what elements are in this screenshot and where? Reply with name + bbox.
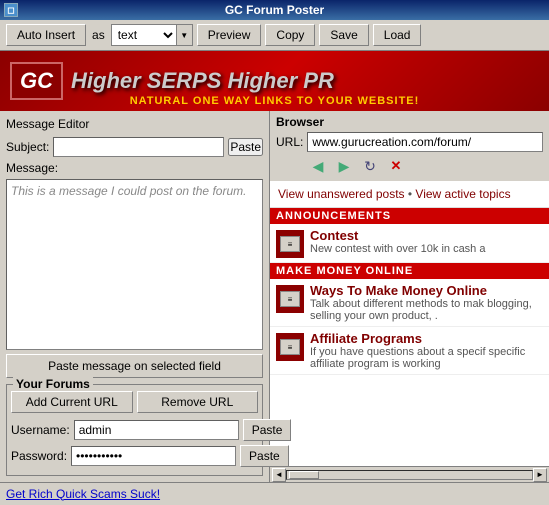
mmo-post-1-text: Ways To Make Money Online Talk about dif… bbox=[310, 283, 543, 322]
unanswered-posts-link[interactable]: View unanswered posts bbox=[278, 187, 405, 201]
post-icon-announcement: ≡ bbox=[276, 230, 304, 258]
username-row: Username: Paste bbox=[11, 419, 258, 441]
mmo-post-2-desc: If you have questions about a specif spe… bbox=[310, 346, 543, 370]
username-input[interactable] bbox=[74, 420, 239, 440]
scrollbar-h-track[interactable] bbox=[286, 470, 533, 480]
password-input[interactable] bbox=[71, 446, 236, 466]
left-panel: Message Editor Subject: Paste Message: T… bbox=[0, 111, 270, 482]
forum-url-buttons: Add Current URL Remove URL bbox=[11, 391, 258, 413]
toolbar: Auto Insert as text html bbcode ▼ Previe… bbox=[0, 20, 549, 51]
back-button[interactable]: ◀ bbox=[306, 155, 330, 177]
username-label: Username: bbox=[11, 423, 70, 437]
bottom-link[interactable]: Get Rich Quick Scams Suck! bbox=[6, 487, 160, 501]
preview-button[interactable]: Preview bbox=[197, 24, 262, 46]
active-topics-link[interactable]: View active topics bbox=[415, 187, 510, 201]
announcement-post-text: Contest New contest with over 10k in cas… bbox=[310, 228, 485, 255]
your-forums-group: Your Forums Add Current URL Remove URL U… bbox=[6, 384, 263, 476]
right-panel: Browser URL: ◀ ▶ ↻ ✕ View unanswered pos… bbox=[270, 111, 549, 482]
remove-url-button[interactable]: Remove URL bbox=[137, 391, 259, 413]
paste-message-button[interactable]: Paste message on selected field bbox=[6, 354, 263, 378]
subject-paste-button[interactable]: Paste bbox=[228, 138, 263, 156]
your-forums-legend: Your Forums bbox=[13, 377, 93, 391]
scrollbar-h-thumb[interactable] bbox=[289, 471, 319, 479]
subject-label: Subject: bbox=[6, 140, 49, 154]
horizontal-scrollbar[interactable]: ◄ ► bbox=[270, 466, 549, 482]
banner: GC Higher SERPS Higher PR NATURAL ONE WA… bbox=[0, 51, 549, 111]
scroll-right-arrow[interactable]: ► bbox=[533, 468, 547, 482]
mmo-post-2-text: Affiliate Programs If you have questions… bbox=[310, 331, 543, 370]
title-bar-icon: ◻ bbox=[4, 3, 18, 17]
bottom-bar: Get Rich Quick Scams Suck! bbox=[0, 482, 549, 504]
mmo-post-1-title[interactable]: Ways To Make Money Online bbox=[310, 283, 543, 298]
post-icon-inner: ≡ bbox=[280, 236, 300, 252]
add-current-url-button[interactable]: Add Current URL bbox=[11, 391, 133, 413]
browser-content: View unanswered posts • View active topi… bbox=[270, 181, 549, 466]
message-label: Message: bbox=[6, 161, 263, 175]
title-bar: ◻ GC Forum Poster bbox=[0, 0, 549, 20]
message-editor-label: Message Editor bbox=[6, 117, 263, 131]
format-select[interactable]: text html bbcode bbox=[112, 25, 176, 45]
format-select-arrow[interactable]: ▼ bbox=[176, 25, 192, 45]
refresh-button[interactable]: ↻ bbox=[358, 155, 382, 177]
banner-main-text: Higher SERPS Higher PR bbox=[71, 68, 334, 94]
forum-links: View unanswered posts • View active topi… bbox=[270, 181, 549, 208]
subject-row: Subject: Paste bbox=[6, 137, 263, 157]
load-button[interactable]: Load bbox=[373, 24, 422, 46]
browser-label: Browser bbox=[276, 115, 543, 129]
make-money-section-label: MAKE MONEY ONLINE bbox=[270, 263, 549, 279]
format-select-wrapper: text html bbcode ▼ bbox=[111, 24, 193, 46]
browser-header: Browser URL: ◀ ▶ ↻ ✕ bbox=[270, 111, 549, 181]
announcements-section-label: ANNOUNCEMENTS bbox=[270, 208, 549, 224]
password-label: Password: bbox=[11, 449, 67, 463]
post-icon-inner-mmo2: ≡ bbox=[280, 339, 300, 355]
main-content: Message Editor Subject: Paste Message: T… bbox=[0, 111, 549, 482]
title-bar-title: GC Forum Poster bbox=[225, 3, 324, 17]
save-button[interactable]: Save bbox=[319, 24, 368, 46]
password-paste-button[interactable]: Paste bbox=[240, 445, 289, 467]
message-textarea[interactable]: This is a message I could post on the fo… bbox=[6, 179, 263, 350]
announcement-post-desc: New contest with over 10k in cash a bbox=[310, 243, 485, 255]
subject-input[interactable] bbox=[53, 137, 224, 157]
scroll-left-arrow[interactable]: ◄ bbox=[272, 468, 286, 482]
post-icon-inner-mmo1: ≡ bbox=[280, 291, 300, 307]
copy-button[interactable]: Copy bbox=[265, 24, 315, 46]
make-money-post-2: ≡ Affiliate Programs If you have questio… bbox=[270, 327, 549, 375]
as-label: as bbox=[92, 28, 105, 42]
announcement-post: ≡ Contest New contest with over 10k in c… bbox=[270, 224, 549, 263]
nav-buttons: ◀ ▶ ↻ ✕ bbox=[276, 155, 543, 177]
password-row: Password: Paste bbox=[11, 445, 258, 467]
banner-sub-text: NATURAL ONE WAY LINKS TO YOUR WEBSITE! bbox=[0, 95, 549, 107]
mmo-post-1-desc: Talk about different methods to mak blog… bbox=[310, 298, 543, 322]
stop-button[interactable]: ✕ bbox=[384, 155, 408, 177]
post-icon-mmo2: ≡ bbox=[276, 333, 304, 361]
url-label: URL: bbox=[276, 135, 303, 149]
announcement-post-title[interactable]: Contest bbox=[310, 228, 485, 243]
username-paste-button[interactable]: Paste bbox=[243, 419, 292, 441]
forward-button[interactable]: ▶ bbox=[332, 155, 356, 177]
make-money-post-1: ≡ Ways To Make Money Online Talk about d… bbox=[270, 279, 549, 327]
url-row: URL: bbox=[276, 132, 543, 152]
auto-insert-button[interactable]: Auto Insert bbox=[6, 24, 86, 46]
url-input[interactable] bbox=[307, 132, 543, 152]
mmo-post-2-title[interactable]: Affiliate Programs bbox=[310, 331, 543, 346]
post-icon-mmo1: ≡ bbox=[276, 285, 304, 313]
